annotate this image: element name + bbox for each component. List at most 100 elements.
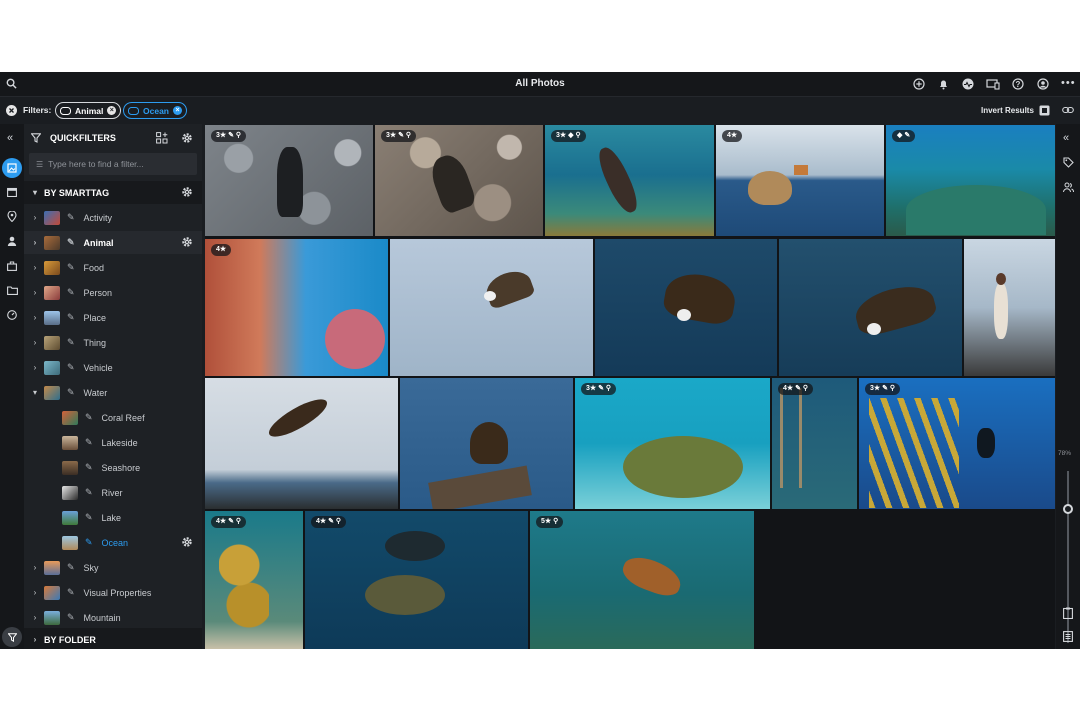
more-icon[interactable]: ••• [1061,77,1076,89]
photo-tile[interactable]: 3★ ✎ ⚲ [859,378,1055,509]
briefcase-icon[interactable] [7,261,17,271]
folder-title: BY FOLDER [44,634,96,645]
photo-tile[interactable]: 5★ ⚲ [530,511,754,649]
account-icon[interactable] [1037,78,1049,90]
filter-toggle-icon[interactable] [2,627,22,647]
pin-icon[interactable]: ✎ [67,212,75,223]
zoom-slider-handle[interactable] [1063,504,1073,514]
pin-icon[interactable]: ✎ [85,437,93,448]
photo-tile[interactable]: 3★ ◆ ⚲ [545,125,714,236]
sidebar-subitem-lake[interactable]: ✎ Lake [24,506,202,529]
invert-toggle-icon[interactable] [1039,105,1050,116]
add-filter-icon[interactable] [156,132,168,144]
photo-tile[interactable]: 4★ [205,239,388,376]
pin-icon[interactable]: ✎ [67,562,75,573]
person-icon[interactable] [7,236,17,246]
gear-icon[interactable] [181,132,193,144]
photos-nav-icon[interactable] [2,158,22,178]
photo-tile[interactable] [205,378,398,509]
pin-icon[interactable]: ✎ [85,537,93,548]
pin-icon[interactable]: ✎ [67,337,75,348]
sidebar-subitem-ocean[interactable]: ✎ Ocean [24,531,202,554]
photo-tile[interactable]: 4★ ✎ ⚲ [305,511,528,649]
pin-icon[interactable]: ✎ [67,312,75,323]
smarttag-section-header[interactable]: ▾ BY SMARTTAG [24,181,202,204]
sidebar-subitem-river[interactable]: ✎ River [24,481,202,504]
pin-icon[interactable]: ✎ [67,287,75,298]
photo-tile[interactable] [595,239,777,376]
sidebar-item-vehicle[interactable]: › ✎ Vehicle [24,356,202,379]
tag-icon [60,106,71,115]
photo-tile[interactable]: 3★ ✎ ⚲ [205,125,373,236]
pin-icon[interactable]: ✎ [85,412,93,423]
pin-icon[interactable]: ✎ [85,462,93,473]
sidebar-item-mountain[interactable]: › ✎ Mountain [24,606,202,629]
collapse-icon[interactable]: « [7,132,13,144]
gear-icon[interactable] [181,186,193,198]
photo-tile[interactable]: ◆ ✎ [886,125,1055,236]
category-thumbnail [44,310,60,325]
gauge-icon[interactable] [7,310,17,320]
pin-icon[interactable]: ✎ [67,262,75,273]
pin-icon[interactable]: ✎ [67,587,75,598]
pin-icon[interactable]: ✎ [67,362,75,373]
category-thumbnail [44,235,60,250]
gear-icon[interactable] [181,536,193,548]
remove-chip-icon[interactable]: × [173,106,182,115]
calendar-icon[interactable] [7,187,17,197]
photo-tile[interactable] [964,239,1055,376]
filter-search-input[interactable]: Type here to find a filter... [48,159,143,169]
invert-results-label[interactable]: Invert Results [981,106,1034,115]
photo-tile[interactable] [779,239,962,376]
photo-tile[interactable]: 3★ ✎ ⚲ [575,378,770,509]
zoom-label: 78% [1058,450,1072,457]
pin-icon[interactable]: ✎ [85,512,93,523]
link-icon[interactable] [1062,106,1074,114]
photo-tile[interactable]: 4★ ✎ ⚲ [772,378,857,509]
gear-icon[interactable] [181,236,193,248]
pin-icon[interactable]: ✎ [67,387,75,398]
people-icon[interactable] [1063,182,1074,193]
sidebar-item-place[interactable]: › ✎ Place [24,306,202,329]
pin-icon[interactable]: ✎ [85,487,93,498]
photo-tile[interactable]: 3★ ✎ ⚲ [375,125,543,236]
pin-icon[interactable]: ✎ [67,612,75,623]
photo-tile[interactable] [400,378,573,509]
sidebar-item-animal[interactable]: › ✎ Animal [24,231,202,254]
sidebar-subitem-lakeside[interactable]: ✎ Lakeside [24,431,202,454]
clipboard-icon[interactable] [1063,607,1073,619]
filter-chip-label: Ocean [143,105,169,116]
location-icon[interactable] [7,211,17,222]
clear-filters-icon[interactable] [6,105,17,116]
bell-icon[interactable] [938,78,949,90]
sidebar-item-activity[interactable]: › ✎ Activity [24,206,202,229]
sidebar-item-thing[interactable]: › ✎ Thing [24,331,202,354]
chevron-right-icon: › [33,635,37,644]
folder-icon[interactable] [7,286,18,295]
filter-search-box[interactable]: ☰ Type here to find a filter... [29,153,197,175]
tag-icon[interactable] [1063,157,1074,168]
photo-tile[interactable]: 4★ [716,125,884,236]
sidebar-subitem-coral-reef[interactable]: ✎ Coral Reef [24,406,202,429]
photo-tile[interactable]: 4★ ✎ ⚲ [205,511,303,649]
sidebar-item-label: Thing [83,337,107,348]
add-icon[interactable] [913,78,925,90]
folder-section-header[interactable]: › BY FOLDER [24,628,202,649]
sidebar-item-sky[interactable]: › ✎ Sky [24,556,202,579]
help-icon[interactable]: ? [1012,78,1024,90]
devices-icon[interactable] [986,78,1000,90]
sidebar-item-person[interactable]: › ✎ Person [24,281,202,304]
expand-panel-icon[interactable]: « [1063,132,1069,144]
sidebar-item-visual-properties[interactable]: › ✎ Visual Properties [24,581,202,604]
tag-icon [128,106,139,115]
sidebar-item-water[interactable]: ▾ ✎ Water [24,381,202,404]
sidebar-item-food[interactable]: › ✎ Food [24,256,202,279]
filter-chip-animal[interactable]: Animal × [55,102,122,119]
activity-icon[interactable] [962,78,974,90]
pin-icon[interactable]: ✎ [67,237,75,248]
filter-chip-ocean[interactable]: Ocean × [123,102,187,119]
remove-chip-icon[interactable]: × [107,106,117,115]
info-panel-icon[interactable] [1063,631,1073,642]
photo-tile[interactable] [390,239,593,376]
sidebar-subitem-seashore[interactable]: ✎ Seashore [24,456,202,479]
